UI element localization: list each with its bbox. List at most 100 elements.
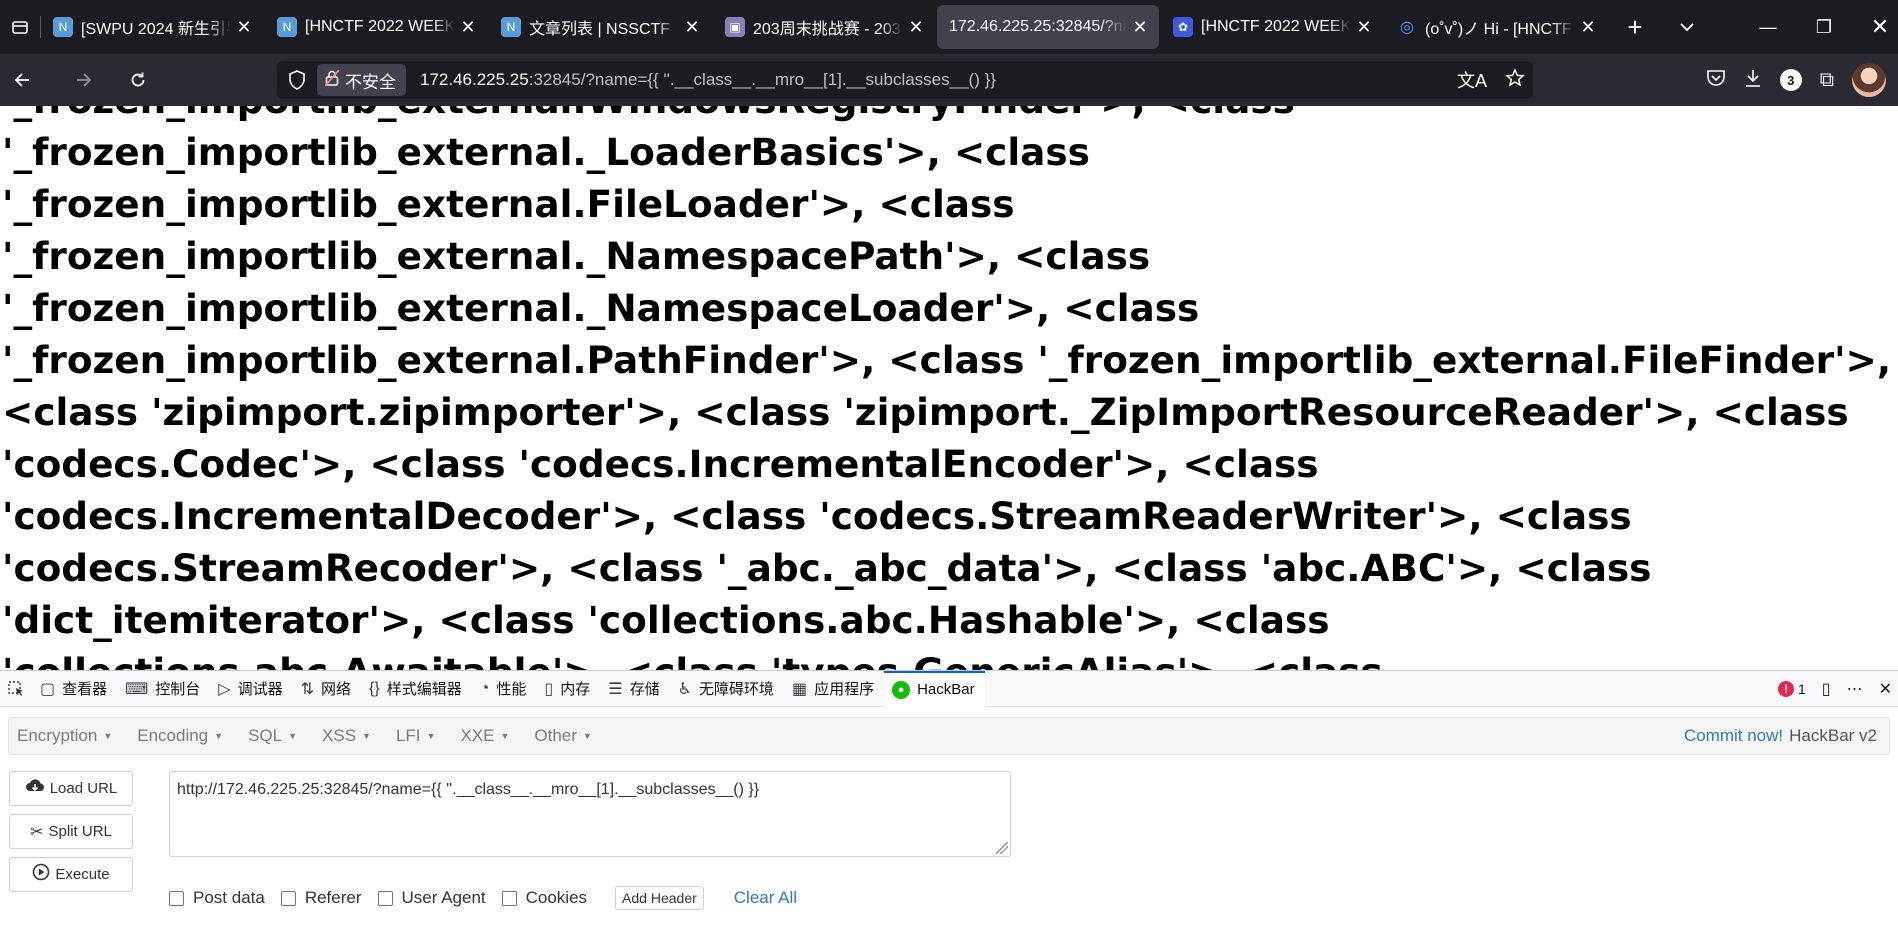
responsive-design-icon[interactable]: ▯	[1822, 679, 1831, 699]
split-url-button[interactable]: ✂ Split URL	[9, 814, 133, 849]
error-icon: !	[1777, 681, 1794, 697]
tab-hi-hnctf[interactable]: ◎ (o˚v˚)ノ Hi - [HNCTF ✕	[1385, 5, 1607, 49]
menu-encoding-label: Encoding	[137, 726, 209, 745]
menu-encoding[interactable]: Encoding ▼	[137, 726, 223, 746]
commit-now-link[interactable]: Commit now!	[1684, 726, 1783, 746]
menu-xss[interactable]: XSS ▼	[322, 726, 371, 746]
pocket-icon[interactable]	[1706, 69, 1726, 92]
hackbar-commit: Commit now! HackBar v2	[1684, 718, 1877, 754]
close-tab-icon[interactable]: ✕	[1579, 17, 1597, 38]
tab-active-target[interactable]: 172.46.225.25:32845/?name ✕	[937, 5, 1159, 49]
insecure-lock-icon	[324, 68, 340, 91]
tab-performance[interactable]: ◔ 性能	[472, 671, 537, 707]
tab-inspector-label: 查看器	[62, 681, 108, 698]
not-secure-badge[interactable]: 不安全	[317, 64, 406, 96]
challenge-favicon-icon: ▣	[725, 17, 745, 37]
close-tab-icon[interactable]: ✕	[235, 17, 253, 38]
menu-lfi[interactable]: LFI ▼	[396, 726, 435, 746]
tab-performance-label: 性能	[496, 681, 527, 698]
style-editor-icon: {}	[369, 679, 380, 697]
more-options-icon[interactable]: ⋯	[1847, 679, 1863, 699]
cookies-checkbox[interactable]	[501, 890, 517, 906]
tab-storage[interactable]: ☰ 存储	[600, 671, 669, 707]
caret-down-icon: ▼	[426, 731, 436, 741]
tracking-shield-icon[interactable]	[277, 70, 317, 90]
hackbar-url-input[interactable]: http://172.46.225.25:32845/?name={{ ''._…	[169, 771, 1011, 857]
menu-xxe[interactable]: XXE ▼	[460, 726, 509, 746]
not-secure-label: 不安全	[345, 72, 396, 92]
tab-accessibility[interactable]: ♿ 无障碍环境	[670, 671, 784, 707]
user-agent-option[interactable]: User Agent	[377, 888, 486, 908]
close-tab-icon[interactable]: ✕	[459, 17, 477, 38]
menu-xxe-label: XXE	[460, 726, 495, 745]
post-data-checkbox[interactable]	[169, 890, 184, 906]
tab-title: [HNCTF 2022 WEEK3]	[305, 18, 455, 35]
url-host: 172.46.225.25	[420, 70, 529, 89]
tab-console[interactable]: ⌨ 控制台	[117, 671, 210, 707]
application-icon: ▦	[791, 680, 808, 698]
load-url-label: Load URL	[49, 780, 118, 797]
devtools-panel: ▢ 查看器 ⌨ 控制台 ▷ 调试器 ⇅ 网络 {} 样式编辑器 ◔ 性能 ▯ 内存 ☰ 存储 ♿…	[0, 670, 1898, 951]
forward-icon[interactable]	[64, 60, 104, 100]
tab-network[interactable]: ⇅ 网络	[293, 671, 361, 707]
url-bar[interactable]: 不安全 172.46.225.25:32845/?name={{ ''.__cl…	[277, 61, 1533, 99]
tab-debugger-label: 调试器	[237, 681, 283, 698]
close-tab-icon[interactable]: ✕	[1355, 17, 1373, 38]
element-picker-icon[interactable]	[0, 671, 32, 707]
post-data-label: Post data	[193, 888, 265, 907]
tab-article-list[interactable]: N 文章列表 | NSSCTF ✕	[489, 5, 711, 49]
caret-down-icon: ▼	[214, 731, 224, 741]
close-devtools-icon[interactable]: ✕	[1879, 679, 1892, 699]
rendered-subclasses-output: '_frozen_importlib_external.WindowsRegis…	[2, 106, 1892, 670]
tab-style-editor[interactable]: {} 样式编辑器	[361, 671, 472, 707]
tab-hnctf-week3[interactable]: N [HNCTF 2022 WEEK3] ✕	[265, 5, 487, 49]
load-url-button[interactable]: Load URL	[9, 771, 133, 806]
tab-debugger[interactable]: ▷ 调试器	[210, 671, 292, 707]
add-header-button[interactable]: Add Header	[615, 886, 704, 910]
tab-inspector[interactable]: ▢ 查看器	[32, 671, 117, 707]
new-tab-icon[interactable]: +	[1609, 0, 1661, 54]
bookmark-star-icon[interactable]	[1505, 67, 1525, 93]
tab-title: [SWPU 2024 新生引导]	[81, 21, 231, 38]
resize-handle-icon[interactable]	[996, 842, 1008, 854]
post-data-option[interactable]: Post data	[169, 888, 265, 908]
close-tab-icon[interactable]: ✕	[1131, 17, 1149, 38]
reload-icon[interactable]	[118, 60, 158, 100]
menu-other[interactable]: Other ▼	[534, 726, 591, 746]
account-avatar[interactable]	[1852, 63, 1886, 97]
close-window-icon[interactable]: ✕	[1852, 0, 1898, 54]
chevron-down-icon[interactable]	[1661, 0, 1713, 54]
downloads-icon[interactable]	[1744, 68, 1762, 93]
tab-hackbar[interactable]: ● HackBar	[884, 670, 985, 707]
close-tab-icon[interactable]: ✕	[683, 17, 701, 38]
minimize-icon[interactable]: —	[1740, 0, 1796, 54]
tab-list-icon[interactable]	[0, 0, 40, 54]
execute-label: Execute	[55, 866, 110, 883]
clear-all-link[interactable]: Clear All	[734, 888, 797, 908]
referer-option[interactable]: Referer	[280, 888, 362, 908]
menu-encryption[interactable]: Encryption ▼	[17, 726, 112, 746]
execute-button[interactable]: Execute	[9, 857, 133, 892]
tab-application[interactable]: ▦ 应用程序	[784, 671, 884, 707]
url-text[interactable]: 172.46.225.25:32845/?name={{ ''.__class_…	[420, 70, 996, 90]
tab-memory-label: 内存	[560, 681, 591, 698]
nss-favicon-icon: N	[53, 17, 73, 37]
tab-203-challenge[interactable]: ▣ 203周末挑战赛 - 203 ✕	[713, 5, 935, 49]
user-agent-label: User Agent	[401, 888, 486, 907]
tab-style-editor-label: 样式编辑器	[386, 681, 462, 698]
cookies-option[interactable]: Cookies	[501, 888, 587, 908]
error-count-badge[interactable]: ! 1	[1777, 681, 1806, 697]
restore-icon[interactable]: ❐	[1796, 0, 1852, 54]
referer-checkbox[interactable]	[280, 890, 296, 906]
caret-down-icon: ▼	[362, 731, 371, 741]
tab-memory[interactable]: ▯ 内存	[536, 671, 600, 707]
menu-sql[interactable]: SQL ▼	[248, 726, 297, 746]
extension-count-badge[interactable]: 3	[1779, 69, 1802, 91]
back-icon[interactable]	[2, 60, 42, 100]
tab-swpu[interactable]: N [SWPU 2024 新生引导] ✕	[41, 5, 263, 49]
extensions-puzzle-icon[interactable]: ⧉	[1820, 69, 1834, 92]
close-tab-icon[interactable]: ✕	[907, 17, 925, 38]
tab-hnctf-week2[interactable]: ✿ [HNCTF 2022 WEEK2] ✕	[1161, 5, 1383, 49]
user-agent-checkbox[interactable]	[377, 890, 393, 906]
translate-icon[interactable]: 文A	[1457, 67, 1487, 93]
